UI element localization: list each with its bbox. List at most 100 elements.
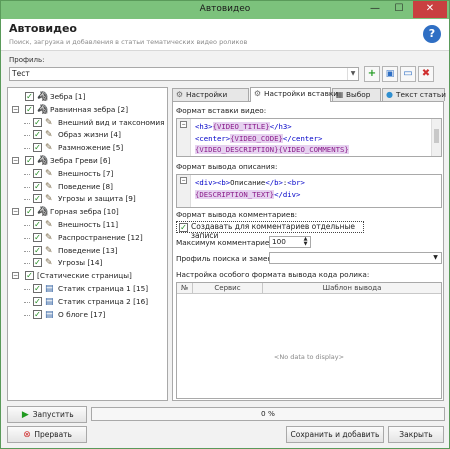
tree-item[interactable]: − ✓ 🦓 Зебра Греви [6] — [8, 155, 167, 167]
start-button[interactable]: ▶ Запустить — [7, 406, 87, 423]
tree-connector — [24, 122, 30, 124]
title-bar[interactable]: Автовидео — ☐ ✕ — [1, 1, 449, 19]
profile-select[interactable]: Тест ▼ — [9, 67, 359, 81]
stop-button[interactable]: ⊗ Прервать — [7, 426, 87, 443]
tree-item[interactable]: ✓ 🦓 Зебра [1] — [8, 91, 167, 103]
close-button[interactable]: Закрыть — [388, 426, 444, 443]
tree-item[interactable]: − ✓ 🦓 Горная зебра [10] — [8, 206, 167, 218]
video-format-editor[interactable]: − <h3>{VIDEO_TITLE}</h3> <center>{VIDEO_C… — [176, 118, 442, 157]
grid-empty-text: <No data to display> — [273, 353, 345, 361]
tree-item-checkbox[interactable]: ✓ — [33, 130, 42, 140]
tree-item[interactable]: ✓ ✎ Распространение [12] — [8, 232, 167, 244]
tree-item-checkbox[interactable]: ✓ — [33, 296, 42, 306]
tree-item-checkbox[interactable]: ✓ — [33, 232, 42, 242]
comments-format-label: Формат вывода комментариев: — [176, 210, 298, 219]
collapse-icon[interactable]: − — [12, 157, 19, 164]
chevron-down-icon[interactable]: ▼ — [347, 68, 358, 80]
play-icon: ▶ — [21, 410, 29, 420]
tree-item-checkbox[interactable]: ✓ — [33, 143, 42, 153]
tree-connector — [24, 263, 30, 265]
tab-article-text[interactable]: ● Текст статьи — [382, 88, 446, 101]
minimize-button[interactable]: — — [363, 1, 387, 18]
tree-connector — [24, 289, 30, 290]
tree-connector — [24, 250, 30, 252]
grid-header-service[interactable]: Сервис — [193, 283, 263, 294]
tree-item-label: Статик страница 2 [16] — [58, 296, 149, 306]
collapse-icon[interactable]: − — [12, 272, 19, 280]
tree-item-checkbox[interactable]: ✓ — [33, 309, 42, 319]
maximize-button[interactable]: ☐ — [387, 1, 411, 18]
pen-icon: ✎ — [45, 194, 53, 205]
rename-profile-button[interactable]: ▭ — [400, 66, 416, 82]
tree-item-checkbox[interactable]: ✓ — [33, 194, 42, 204]
tree-item[interactable]: ✓ ▤ О блоге [17] — [8, 309, 167, 321]
settings-icon: ⚙ — [253, 89, 262, 98]
video-format-scrollbar[interactable] — [431, 119, 441, 156]
save-and-add-button[interactable]: Сохранить и добавить — [286, 426, 384, 443]
tree-connector — [24, 135, 30, 137]
tree-item-label: Статик страница 1 [15] — [58, 284, 149, 293]
articles-tree[interactable]: ✓ 🦓 Зебра [1] − ✓ 🦓 Равнинная зебра [2] ✓ ✎ Внешн… — [7, 87, 168, 401]
tree-item-checkbox[interactable]: ✓ — [25, 271, 34, 281]
tree-item[interactable]: ✓ ▤ Статик страница 1 [15] — [8, 283, 167, 295]
spinner-arrows-icon[interactable]: ▲ ▼ — [302, 237, 309, 247]
chevron-down-icon[interactable]: ▼ — [431, 253, 440, 263]
tree-item-checkbox[interactable]: ✓ — [25, 156, 34, 165]
tree-item-checkbox[interactable]: ✓ — [33, 220, 42, 229]
tree-item-checkbox[interactable]: ✓ — [25, 92, 34, 101]
separate-comments-option[interactable]: ✓ Создавать для комментариев отдельные з… — [176, 221, 364, 240]
tab-insert-settings[interactable]: ⚙ Настройки вставки — [250, 87, 338, 102]
tree-item[interactable]: ✓ ✎ Внешний вид и таксономия — [8, 117, 167, 129]
separate-comments-checkbox[interactable]: ✓ — [179, 223, 188, 232]
pen-icon: ✎ — [45, 143, 53, 154]
zebra-icon: 🦓 — [37, 92, 49, 102]
page-icon: ▤ — [45, 309, 54, 320]
max-comments-spinner[interactable]: 100 ▲ ▼ — [269, 236, 311, 248]
tab-settings[interactable]: ⚙ Настройки — [172, 88, 249, 101]
search-replace-select[interactable]: ▼ — [269, 252, 442, 264]
tree-item-checkbox[interactable]: ✓ — [25, 104, 34, 114]
add-profile-button[interactable]: + — [364, 66, 380, 82]
collapse-icon[interactable]: − — [180, 121, 187, 128]
tree-item-checkbox[interactable]: ✓ — [33, 245, 42, 255]
tree-item[interactable]: ✓ ✎ Поведение [8] — [8, 181, 167, 193]
tree-item-label: Размножение [5] — [58, 143, 124, 153]
collapse-icon[interactable]: − — [180, 177, 187, 184]
grid-header-template[interactable]: Шаблон вывода — [263, 283, 441, 294]
tree-item[interactable]: ✓ ✎ Угрозы и защита [9] — [8, 193, 167, 205]
tree-item-checkbox[interactable]: ✓ — [25, 207, 34, 217]
tree-item[interactable]: ✓ ✎ Внешность [7] — [8, 168, 167, 180]
tab-selection[interactable]: ▦ Выбор — [332, 88, 381, 101]
tree-item-checkbox[interactable]: ✓ — [33, 168, 42, 178]
special-format-grid[interactable]: № Сервис Шаблон вывода <No data to displ… — [176, 282, 442, 399]
tree-item[interactable]: ✓ ✎ Угрозы [14] — [8, 257, 167, 269]
description-format-editor[interactable]: − <div><b>Описание</b>:<br> {DESCRIPTION_… — [176, 174, 442, 208]
zebra-icon: 🦓 — [37, 207, 49, 218]
tree-item[interactable]: − ✓ 🦓 Равнинная зебра [2] — [8, 104, 167, 116]
tree-item-checkbox[interactable]: ✓ — [33, 258, 42, 268]
rename-icon: ▭ — [403, 68, 413, 79]
tree-item[interactable]: ✓ ✎ Образ жизни [4] — [8, 129, 167, 141]
help-icon[interactable]: ? — [423, 25, 441, 43]
collapse-icon[interactable]: − — [12, 105, 19, 113]
delete-profile-button[interactable]: ✖ — [418, 66, 434, 82]
pen-icon: ✎ — [45, 258, 53, 269]
grid-header-number[interactable]: № — [177, 283, 193, 294]
page-icon: ▤ — [45, 284, 54, 294]
save-profile-button[interactable]: ▣ — [382, 66, 398, 82]
close-window-button[interactable]: ✕ — [413, 1, 447, 18]
tree-item-checkbox[interactable]: ✓ — [33, 181, 42, 191]
tree-item[interactable]: − ✓ [Статические страницы] — [8, 270, 167, 282]
tree-item-checkbox[interactable]: ✓ — [33, 284, 42, 293]
globe-icon: ● — [386, 90, 393, 99]
collapse-icon[interactable]: − — [12, 208, 19, 216]
main-window: Автовидео — ☐ ✕ Автовидео Поиск, загрузк… — [0, 0, 450, 449]
tree-item[interactable]: ✓ ✎ Внешность [11] — [8, 219, 167, 231]
pen-icon: ✎ — [45, 117, 53, 128]
tree-item-checkbox[interactable]: ✓ — [33, 117, 42, 127]
tree-item[interactable]: ✓ ▤ Статик страница 2 [16] — [8, 296, 167, 308]
tree-item[interactable]: ✓ ✎ Поведение [13] — [8, 245, 167, 257]
insert-settings-tab-body: Формат вставки видео: − <h3>{VIDEO_TITLE… — [172, 101, 444, 401]
progress-bar: 0 % — [91, 407, 445, 421]
tree-item[interactable]: ✓ ✎ Размножение [5] — [8, 142, 167, 154]
